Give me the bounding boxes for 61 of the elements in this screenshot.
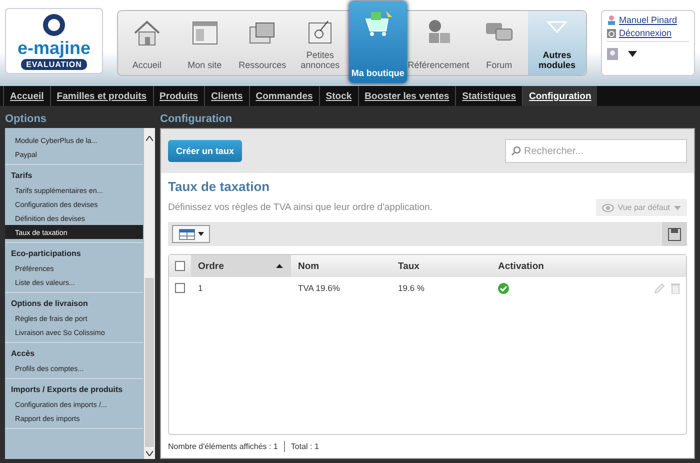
eye-icon (602, 204, 614, 212)
logout-link[interactable]: Déconnexion (607, 28, 689, 38)
columns-button[interactable] (172, 225, 210, 243)
power-icon (607, 28, 616, 38)
description: Définissez vos règles de TVA ainsi que leur ordre d'application. (168, 202, 432, 213)
scrollbar[interactable] (144, 128, 155, 459)
sidebar-group-title: Imports / Exports de produits (10, 384, 124, 396)
module-button[interactable]: Petites annonces (291, 11, 349, 75)
logo-badge: EVALUATION (21, 58, 87, 70)
logo-emblem-icon (41, 12, 67, 36)
module-button[interactable]: Forum (470, 11, 528, 75)
sidebar-group-title: Options de livraison (10, 298, 89, 310)
caret-icon (674, 206, 681, 210)
module-button[interactable]: Ma boutique (349, 1, 407, 83)
column-header[interactable]: Ordre (191, 255, 291, 277)
sidebar-group-title: Tarifs (10, 170, 34, 182)
nav-tab[interactable]: Configuration (522, 86, 598, 106)
main-title: Configuration (160, 112, 234, 127)
module-button[interactable]: Ressources (234, 11, 292, 75)
triangle-down-icon (547, 21, 568, 33)
total-count: Total : 1 (290, 442, 319, 451)
sidebar-title: Options (5, 112, 48, 127)
table-cell-text: 1 (197, 283, 204, 293)
section-title: Taux de taxation (168, 179, 271, 194)
select-all-checkbox[interactable] (175, 261, 185, 271)
nav-tab[interactable]: Accueil (3, 86, 50, 106)
table-icon (178, 228, 194, 240)
column-header[interactable]: Activation (491, 255, 686, 277)
nav-tab[interactable]: Clients (204, 86, 249, 106)
table-cell-text: TVA 19.6% (297, 283, 341, 293)
check-circle-icon[interactable] (498, 282, 509, 294)
column-header[interactable]: Taux (391, 255, 491, 277)
save-button[interactable] (662, 222, 687, 246)
nav-tab[interactable]: Stock (318, 86, 358, 106)
caret-icon[interactable] (628, 51, 637, 57)
logo[interactable]: e-majine EVALUATION (5, 8, 103, 74)
scroll-up-icon[interactable] (146, 136, 153, 141)
row-checkbox[interactable] (175, 283, 185, 293)
create-rate-button[interactable]: Créer un taux (168, 140, 242, 162)
search-icon (511, 146, 521, 156)
user-icon (607, 15, 616, 25)
sort-ascending-icon (276, 264, 283, 268)
save-icon (668, 228, 681, 240)
table-cell-text: 19.6 % (397, 283, 426, 293)
module-button[interactable]: Référencement (406, 11, 470, 75)
caret-icon (198, 232, 204, 236)
nav-tab[interactable]: Produits (152, 86, 204, 106)
module-button[interactable]: Mon site (176, 11, 234, 75)
logo-name: e-majine (17, 38, 91, 56)
module-button[interactable]: Accueil (118, 11, 176, 75)
sidebar-group-title: Accès (10, 348, 36, 360)
displayed-count: Nombre d'éléments affichés : 1 (168, 442, 278, 451)
search-field[interactable]: Rechercher... (505, 139, 687, 163)
more-modules-button[interactable]: Autres modules (528, 11, 586, 75)
nav-tab[interactable]: Commandes (248, 86, 319, 106)
column-header[interactable]: Nom (291, 255, 391, 277)
scroll-down-icon[interactable] (146, 451, 153, 456)
nav-tab[interactable]: Booster les ventes (358, 86, 456, 106)
nav-tab[interactable]: Familles et produits (50, 86, 153, 106)
user-link[interactable]: Manuel Pinard (607, 15, 689, 25)
sidebar-group-title: Eco-participations (10, 248, 82, 260)
